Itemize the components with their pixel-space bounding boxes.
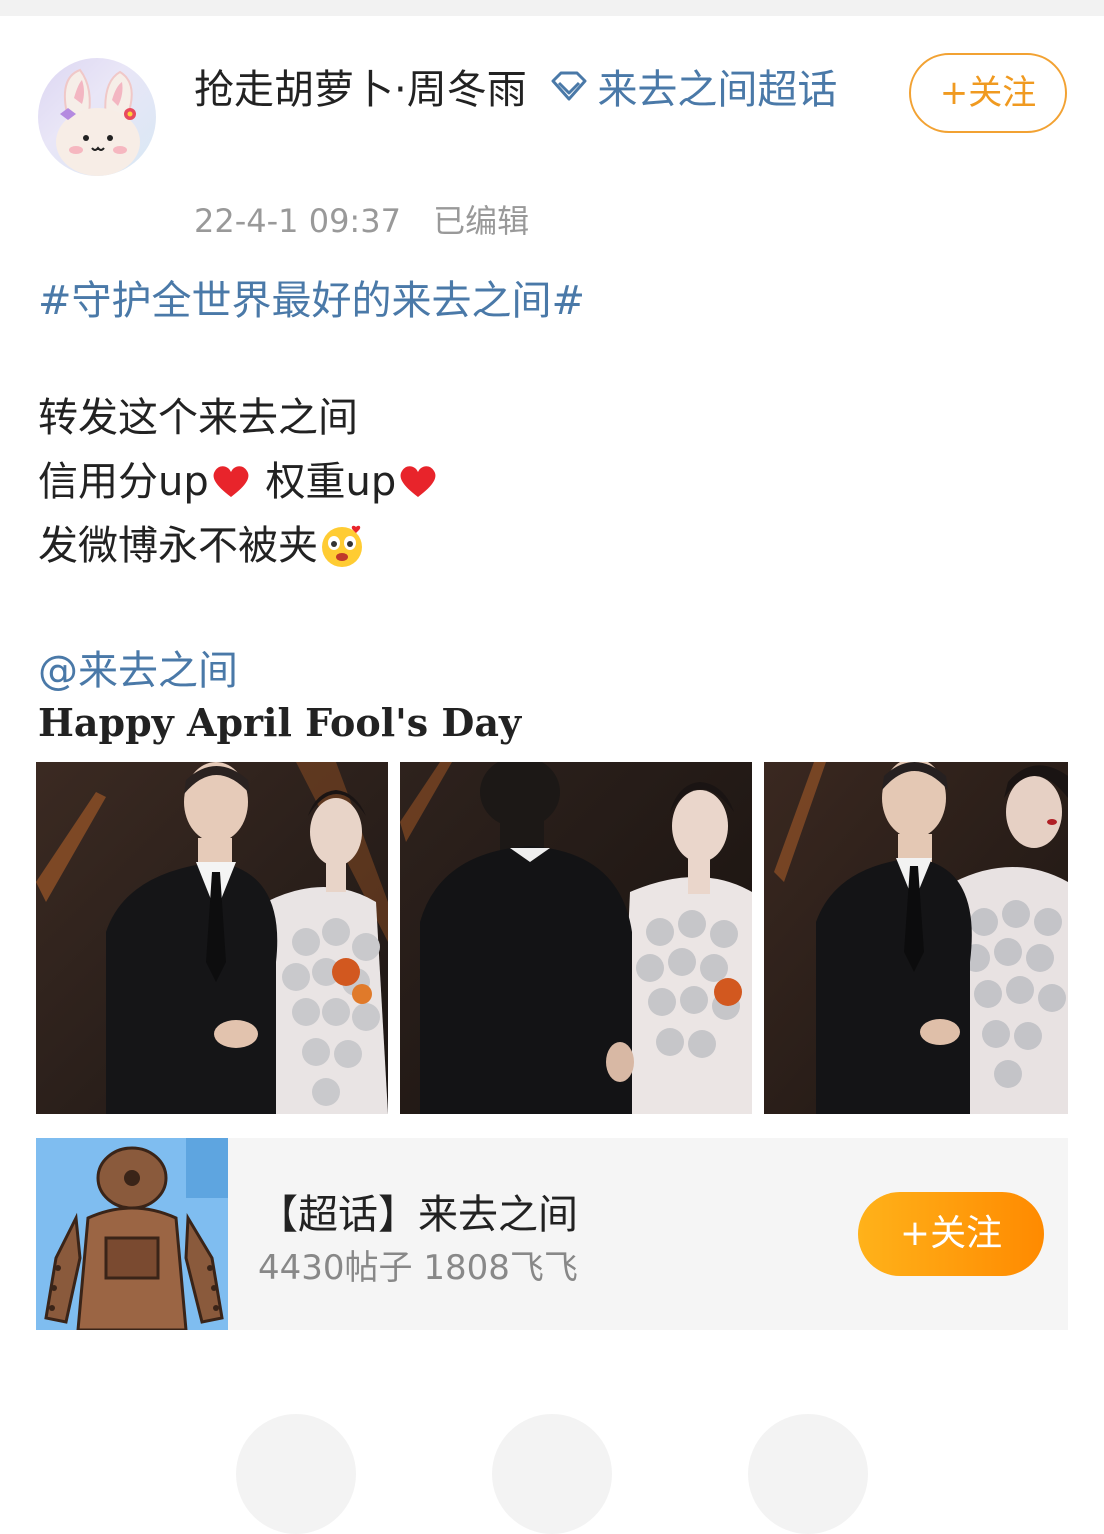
hashtag-link[interactable]: #守护全世界最好的来去之间# (38, 268, 585, 326)
edited-label: 已编辑 (433, 202, 530, 240)
red-heart-emoji (211, 454, 251, 497)
love-struck-face-emoji (318, 521, 366, 569)
super-topic-link[interactable]: 来去之间超话 (597, 67, 837, 113)
post-body: 转发这个来去之间 信用分up 权重up 发微博永不被夹 (38, 386, 440, 578)
topic-card-stats: 4430帖子 1808飞飞 (258, 1248, 578, 1288)
body-line-2b: 权重up (252, 459, 397, 505)
topic-card-title: 【超话】来去之间 (258, 1192, 578, 1238)
body-line-2: 信用分up 权重up (38, 450, 440, 514)
post-image-3[interactable] (764, 762, 1068, 1114)
comment-action-button[interactable] (492, 1414, 612, 1534)
author-line: 抢走胡萝卜·周冬雨 来去之间超话 (194, 60, 874, 120)
post-timestamp: 22-4-1 09:37 (194, 202, 401, 240)
post-image-1[interactable] (36, 762, 388, 1114)
body-line-2a: 信用分up (38, 459, 209, 505)
post-image-2[interactable] (400, 762, 752, 1114)
red-heart-emoji (398, 454, 438, 497)
topic-follow-button[interactable]: +关注 (858, 1192, 1044, 1276)
super-topic-diamond-icon (547, 65, 591, 109)
author-avatar[interactable] (38, 58, 156, 176)
repost-action-button[interactable] (236, 1414, 356, 1534)
body-line-3-text: 发微博永不被夹 (38, 523, 318, 569)
body-line-1: 转发这个来去之间 (38, 395, 358, 441)
post-meta: 22-4-1 09:37 已编辑 (194, 196, 529, 242)
mention-link[interactable]: @来去之间 (38, 638, 238, 696)
image-caption: Happy April Fool's Day (38, 700, 522, 745)
topic-thumbnail (36, 1138, 228, 1332)
follow-button[interactable]: +关注 (909, 53, 1067, 133)
author-name[interactable]: 抢走胡萝卜·周冬雨 (194, 67, 527, 113)
body-line-3: 发微博永不被夹 (38, 514, 440, 578)
like-action-button[interactable] (748, 1414, 868, 1534)
top-divider (0, 0, 1104, 16)
